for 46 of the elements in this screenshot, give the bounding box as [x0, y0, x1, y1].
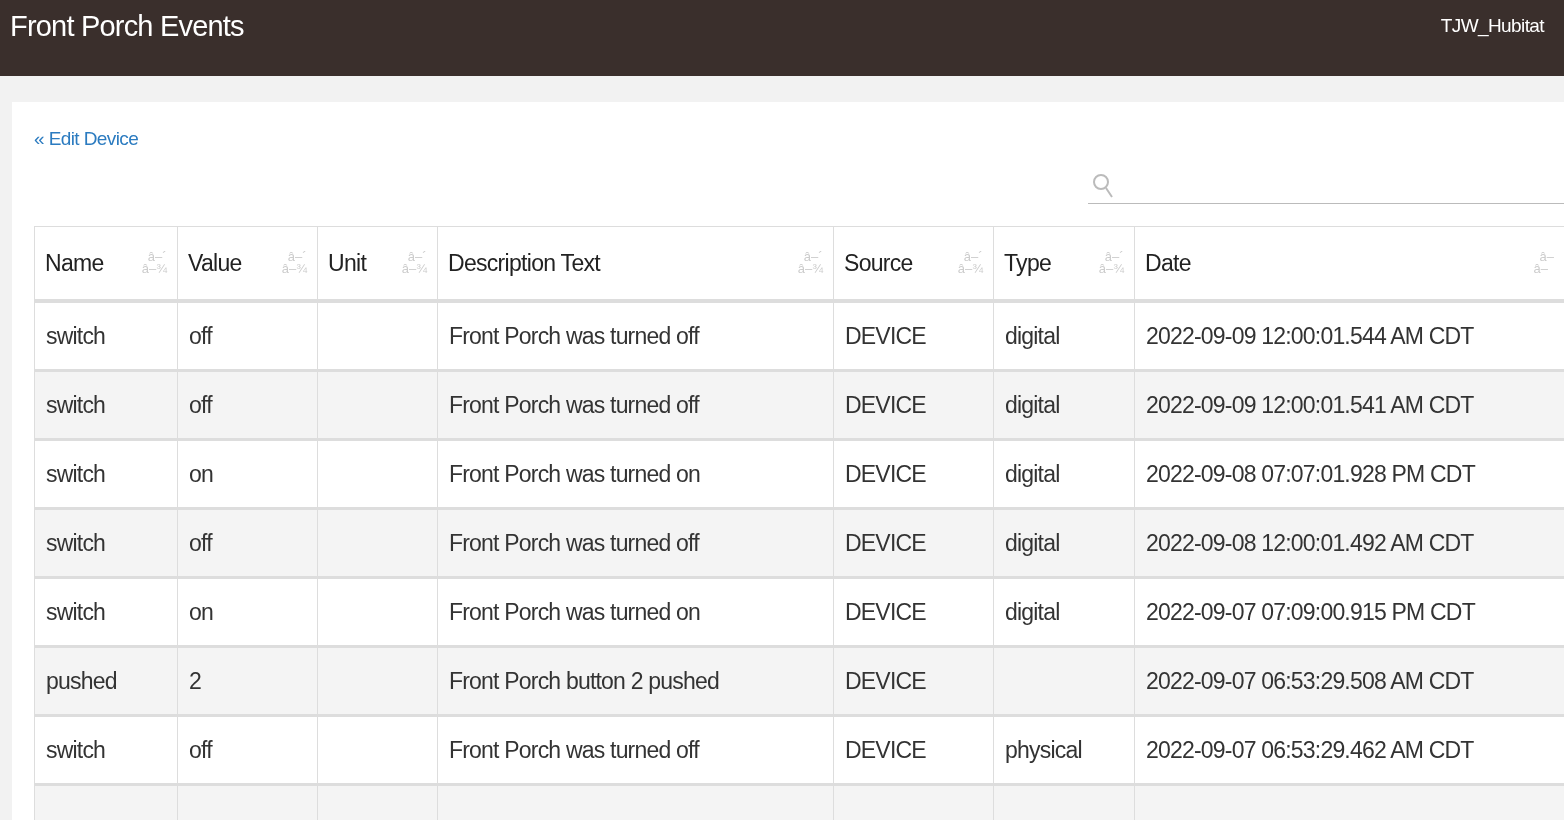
table-cell: off	[189, 391, 212, 418]
table-cell: 2022-09-07 06:53:29.508 AM CDT	[1146, 667, 1474, 694]
table-cell: DEVICE	[845, 529, 926, 556]
table-cell: Front Porch was turned off	[449, 529, 699, 556]
table-cell: DEVICE	[845, 391, 926, 418]
table-cell: off	[189, 529, 212, 556]
search-icon	[1092, 172, 1114, 200]
table-cell: DEVICE	[845, 460, 926, 487]
table-cell: Front Porch was turned on	[449, 598, 701, 625]
table-cell: switch	[46, 598, 106, 625]
table-cell: Front Porch was turned off	[449, 736, 699, 763]
table-cell: digital	[1005, 598, 1060, 625]
table-cell: 2022-09-08 07:07:01.928 PM CDT	[1146, 460, 1475, 487]
table-cell: switch	[46, 736, 106, 763]
table-cell: switch	[46, 460, 106, 487]
table-cell: physical	[1005, 736, 1082, 763]
table-cell: DEVICE	[845, 736, 926, 763]
table-cell: Front Porch was turned on	[449, 460, 701, 487]
page-title: Front Porch Events	[10, 9, 244, 43]
table-cell: switch	[46, 322, 106, 349]
table-cell: digital	[1005, 460, 1060, 487]
user-name[interactable]: TJW_Hubitat	[1440, 15, 1544, 37]
edit-device-link[interactable]: « Edit Device	[34, 128, 139, 150]
table-cell: 2022-09-09 12:00:01.541 AM CDT	[1146, 391, 1474, 418]
table-cell: digital	[1005, 391, 1060, 418]
table-cell: DEVICE	[845, 667, 926, 694]
table-cell: 2	[189, 667, 201, 694]
table-cell: 2022-09-07 06:53:29.462 AM CDT	[1146, 736, 1474, 763]
table-cell: on	[189, 598, 213, 625]
table-cell: Front Porch was turned off	[449, 322, 699, 349]
table-cell: off	[189, 322, 212, 349]
table-cell: off	[189, 736, 212, 763]
table-cell: digital	[1005, 322, 1060, 349]
table-cell: DEVICE	[845, 322, 926, 349]
table-cell: digital	[1005, 529, 1060, 556]
table-cell: on	[189, 460, 213, 487]
table-cell: switch	[46, 529, 106, 556]
table-cell: DEVICE	[845, 598, 926, 625]
table-cell: Front Porch was turned off	[449, 391, 699, 418]
table-cell: Front Porch button 2 pushed	[449, 667, 719, 694]
table-cell: switch	[46, 391, 106, 418]
search-field[interactable]	[1088, 172, 1564, 204]
table-cell: 2022-09-07 07:09:00.915 PM CDT	[1146, 598, 1475, 625]
table-cell: 2022-09-09 12:00:01.544 AM CDT	[1146, 322, 1474, 349]
table-cell: pushed	[46, 667, 117, 694]
table-cell: 2022-09-08 12:00:01.492 AM CDT	[1146, 529, 1474, 556]
